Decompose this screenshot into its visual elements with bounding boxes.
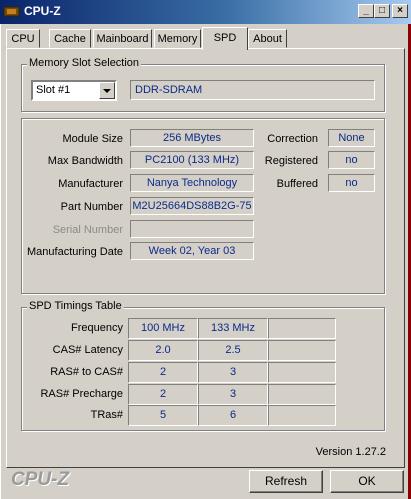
slot-select-value: Slot #1: [36, 84, 71, 96]
tab-about[interactable]: About: [248, 29, 287, 48]
timing-cell: [268, 318, 336, 339]
manufacturer-value: Nanya Technology: [130, 174, 254, 192]
registered-value: no: [328, 151, 375, 169]
tab-memory[interactable]: Memory: [154, 29, 201, 48]
manufacturer-label: Manufacturer: [58, 178, 123, 190]
ok-button[interactable]: OK: [330, 470, 404, 493]
tab-cpu[interactable]: CPU: [6, 29, 40, 48]
minimize-button[interactable]: _: [358, 4, 374, 18]
timing-cell: 5: [128, 405, 198, 426]
timing-cell: 133 MHz: [198, 318, 268, 339]
registered-label: Registered: [264, 155, 318, 167]
tab-cache[interactable]: Cache: [49, 29, 91, 48]
manufacturing-date-value: Week 02, Year 03: [130, 242, 254, 260]
correction-value: None: [328, 129, 375, 147]
tab-spd[interactable]: SPD: [202, 27, 248, 50]
timing-cell: [268, 340, 336, 361]
timing-row-label: CAS# Latency: [52, 344, 123, 356]
cpu-chip-icon: [3, 6, 20, 18]
timing-row-label: Frequency: [71, 322, 123, 334]
timing-cell: 100 MHz: [128, 318, 198, 339]
refresh-button[interactable]: Refresh: [249, 470, 323, 493]
max-bandwidth-value: PC2100 (133 MHz): [130, 151, 254, 169]
window-title: CPU-Z: [24, 4, 61, 18]
module-size-label: Module Size: [62, 133, 123, 145]
timing-cell: 2: [128, 384, 198, 405]
serial-number-label: Serial Number: [52, 224, 123, 236]
timing-row-label: TRas#: [90, 409, 123, 421]
part-number-value: M2U25664DS88B2G-75: [130, 197, 254, 215]
timing-cell: 6: [198, 405, 268, 426]
timing-cell: 2.5: [198, 340, 268, 361]
timing-cell: [268, 405, 336, 426]
close-button[interactable]: ×: [392, 4, 408, 18]
timing-cell: 2: [128, 362, 198, 383]
buffered-value: no: [328, 174, 375, 192]
buffered-label: Buffered: [276, 178, 318, 190]
max-bandwidth-label: Max Bandwidth: [47, 155, 123, 167]
timing-cell: 3: [198, 384, 268, 405]
title-bar[interactable]: [0, 0, 411, 24]
timings-group-label: SPD Timings Table: [27, 300, 124, 312]
window-frame-left: [0, 24, 3, 499]
timing-cell: [268, 362, 336, 383]
slot-select[interactable]: Slot #1: [31, 80, 117, 101]
tab-mainboard[interactable]: Mainboard: [93, 29, 152, 48]
timing-cell: 2.0: [128, 340, 198, 361]
close-icon: ×: [397, 5, 403, 16]
chevron-down-icon: [103, 89, 111, 93]
module-size-value: 256 MBytes: [130, 129, 254, 147]
minimize-icon: _: [363, 5, 369, 16]
timing-cell: [268, 384, 336, 405]
slot-select-dropdown-button[interactable]: [99, 82, 115, 99]
timing-row-label: RAS# Precharge: [40, 388, 123, 400]
maximize-button[interactable]: □: [374, 4, 390, 18]
serial-number-value: [130, 220, 254, 238]
maximize-icon: □: [378, 5, 386, 16]
memory-type-field: DDR-SDRAM: [130, 80, 375, 100]
correction-label: Correction: [267, 133, 318, 145]
manufacturing-date-label: Manufacturing Date: [27, 246, 123, 258]
version-text: Version 1.27.2: [315, 446, 386, 458]
timing-row-label: RAS# to CAS#: [50, 366, 123, 378]
slot-selection-label: Memory Slot Selection: [27, 57, 142, 69]
part-number-label: Part Number: [60, 201, 123, 213]
cpuz-logo: CPU-Z: [11, 469, 70, 490]
timing-cell: 3: [198, 362, 268, 383]
